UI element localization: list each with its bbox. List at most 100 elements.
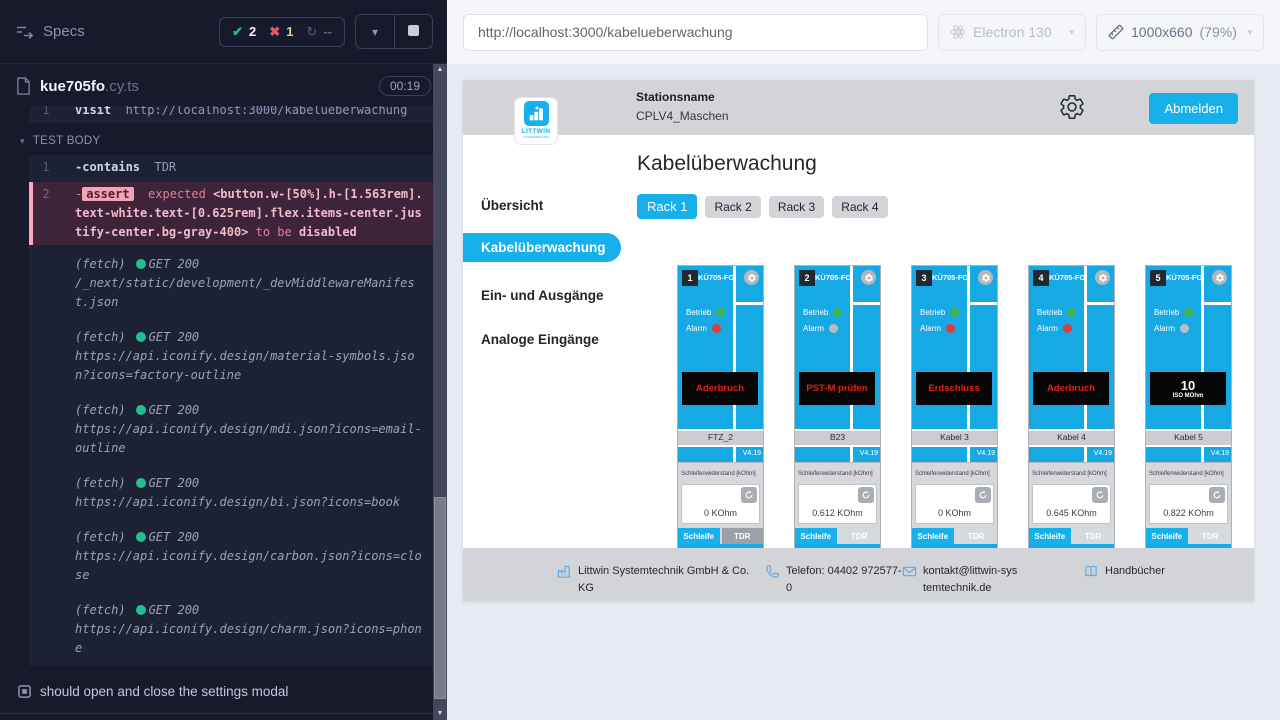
run-controls: ▾ (355, 14, 433, 49)
command-row-visit[interactable]: 1 visit http://localhost:3000/kabelueber… (29, 106, 433, 123)
email-icon (902, 564, 917, 579)
sidebar-item-kabelueberwachung[interactable]: Kabelüberwachung (463, 233, 621, 262)
iso-unit: ISO MOhm (1173, 393, 1204, 399)
device-settings-gear-icon[interactable] (861, 270, 876, 285)
alarm-led (1063, 324, 1072, 333)
specs-menu-icon[interactable] (16, 25, 34, 39)
command-row-assert-failed[interactable]: 2 -assert expected <button.w-[50%].h-[1.… (29, 182, 433, 245)
refresh-icon[interactable] (741, 487, 757, 503)
slot-number-badge: 2 (799, 270, 815, 286)
schleife-button[interactable]: Schleife (678, 528, 720, 544)
device-settings-gear-icon[interactable] (1212, 270, 1227, 285)
schleife-button[interactable]: Schleife (1029, 528, 1071, 544)
device-settings-gear-icon[interactable] (1095, 270, 1110, 285)
alarm-led-row: Alarm (686, 324, 721, 333)
schleife-button[interactable]: Schleife (912, 528, 954, 544)
settings-gear-icon[interactable] (1058, 93, 1086, 121)
resistance-readout: 0 KOhm (915, 484, 994, 524)
footer-manuals-link[interactable]: Handbücher (1083, 563, 1165, 580)
fetch-url: https://api.iconify.design/charm.json?ic… (75, 622, 422, 655)
url-input[interactable]: http://localhost:3000/kabelueberwachung (463, 14, 928, 51)
scroll-up-arrow[interactable]: ▲ (433, 64, 447, 76)
slot-number-badge: 1 (682, 270, 698, 286)
status-ok-dot (136, 478, 146, 488)
status-display: PST-M prüfen (799, 372, 875, 405)
viewport-select[interactable]: 1000x660 (79%) ▾ (1096, 14, 1264, 51)
tdr-button[interactable]: TDR (956, 528, 998, 544)
resistance-panel: Schleifenwiderstand [kOhm] 0.822 KOhm (1146, 462, 1231, 528)
command-row-contains[interactable]: 1 -contains TDR (29, 155, 433, 180)
firmware-version: V4.19 (1211, 450, 1229, 457)
tdr-button[interactable]: TDR (1190, 528, 1232, 544)
footer-company: Littwin Systemtechnik GmbH & Co. KG (557, 563, 758, 597)
resistance-value: 0.612 KOhm (799, 508, 876, 518)
browser-select[interactable]: Electron 130 ▾ (938, 14, 1086, 51)
device-model: KÜ705-FO (1166, 273, 1202, 282)
stop-button[interactable] (394, 15, 432, 48)
fetch-log-row[interactable]: (fetch)GET 200/_next/static/development/… (29, 247, 433, 320)
footer-email[interactable]: kontakt@littwin-systemtechnik.de (902, 563, 1019, 597)
alarm-led (712, 324, 721, 333)
sidebar-item-ein-und-ausgaenge[interactable]: Ein- und Ausgänge (463, 281, 621, 310)
schleife-button[interactable]: Schleife (1146, 528, 1188, 544)
collapse-button[interactable]: ▾ (356, 15, 394, 48)
test-body-section[interactable]: ▾TEST BODY (0, 123, 447, 155)
alarm-led (829, 324, 838, 333)
resistance-panel: Schleifenwiderstand [kOhm] 0.645 KOhm (1029, 462, 1114, 528)
betrieb-led-row: Betrieb (920, 308, 959, 317)
refresh-icon[interactable] (975, 487, 991, 503)
fetch-log-row[interactable]: (fetch)GET 200https://api.iconify.design… (29, 520, 433, 593)
scrollbar-thumb[interactable] (434, 497, 446, 699)
footer-phone: Telefon: 04402 972577-0 (765, 563, 904, 597)
fetch-log-row[interactable]: (fetch)GET 200https://api.iconify.design… (29, 593, 433, 666)
fetch-log-row[interactable]: (fetch)GET 200https://api.iconify.design… (29, 320, 433, 393)
sidebar-item-uebersicht[interactable]: Übersicht (463, 191, 621, 220)
betrieb-led-row: Betrieb (803, 308, 842, 317)
schleife-button[interactable]: Schleife (795, 528, 837, 544)
resistance-panel: Schleifenwiderstand [kOhm] 0.612 KOhm (795, 462, 880, 528)
betrieb-led (950, 308, 959, 317)
tab-rack-3[interactable]: Rack 3 (769, 196, 824, 218)
device-card-4: 4 KÜ705-FO Betrieb Alarm Aderbruch Kabel… (1028, 265, 1115, 555)
status-ok-dot (136, 259, 146, 269)
cypress-reporter-panel: Specs ✔2 ✖1 ↻-- ▾ kue705fo.cy.ts 00:19 1… (0, 0, 447, 720)
logout-button[interactable]: Abmelden (1149, 93, 1238, 124)
fetch-url: https://api.iconify.design/mdi.json?icon… (75, 422, 422, 455)
specs-label[interactable]: Specs (43, 23, 85, 40)
spec-file-header[interactable]: kue705fo.cy.ts 00:19 (0, 64, 447, 106)
status-ok-dot (136, 405, 146, 415)
tdr-button[interactable]: TDR (722, 528, 764, 544)
stat-pending: ↻-- (306, 24, 332, 40)
refresh-icon[interactable] (1209, 487, 1225, 503)
sidebar-item-analoge-eingaenge[interactable]: Analoge Eingänge (463, 325, 621, 354)
spec-file-name: kue705fo (40, 78, 105, 95)
firmware-version: V4.19 (1094, 450, 1112, 457)
book-icon (1083, 564, 1099, 579)
betrieb-led-row: Betrieb (1037, 308, 1076, 317)
tab-rack-2[interactable]: Rack 2 (705, 196, 760, 218)
reporter-scrollbar: ▲ ▼ (433, 64, 447, 720)
tdr-button[interactable]: TDR (1073, 528, 1115, 544)
tdr-button[interactable]: TDR (839, 528, 881, 544)
refresh-icon[interactable] (1092, 487, 1108, 503)
device-settings-gear-icon[interactable] (978, 270, 993, 285)
test-stats[interactable]: ✔2 ✖1 ↻-- (219, 17, 345, 47)
refresh-icon[interactable] (858, 487, 874, 503)
alarm-led-row: Alarm (920, 324, 955, 333)
station-info: Stationsname CPLV4_Maschen (636, 90, 729, 123)
command-name: visit (75, 106, 111, 117)
scroll-down-arrow[interactable]: ▼ (433, 708, 447, 720)
resistance-value: 0.645 KOhm (1033, 508, 1110, 518)
tab-rack-1[interactable]: Rack 1 (637, 194, 697, 219)
chevron-down-icon: ▾ (1247, 27, 1252, 38)
device-settings-gear-icon[interactable] (744, 270, 759, 285)
command-name: -contains (75, 160, 140, 174)
stop-icon (408, 25, 419, 36)
chevron-down-icon: ▾ (20, 136, 25, 146)
tab-rack-4[interactable]: Rack 4 (832, 196, 887, 218)
next-test-row[interactable]: should open and close the settings modal (0, 670, 447, 714)
fetch-log-row[interactable]: (fetch)GET 200https://api.iconify.design… (29, 466, 433, 520)
fetch-log-row[interactable]: (fetch)GET 200https://api.iconify.design… (29, 393, 433, 466)
alarm-led-row: Alarm (1037, 324, 1072, 333)
fetch-url: https://api.iconify.design/bi.json?icons… (75, 495, 400, 509)
